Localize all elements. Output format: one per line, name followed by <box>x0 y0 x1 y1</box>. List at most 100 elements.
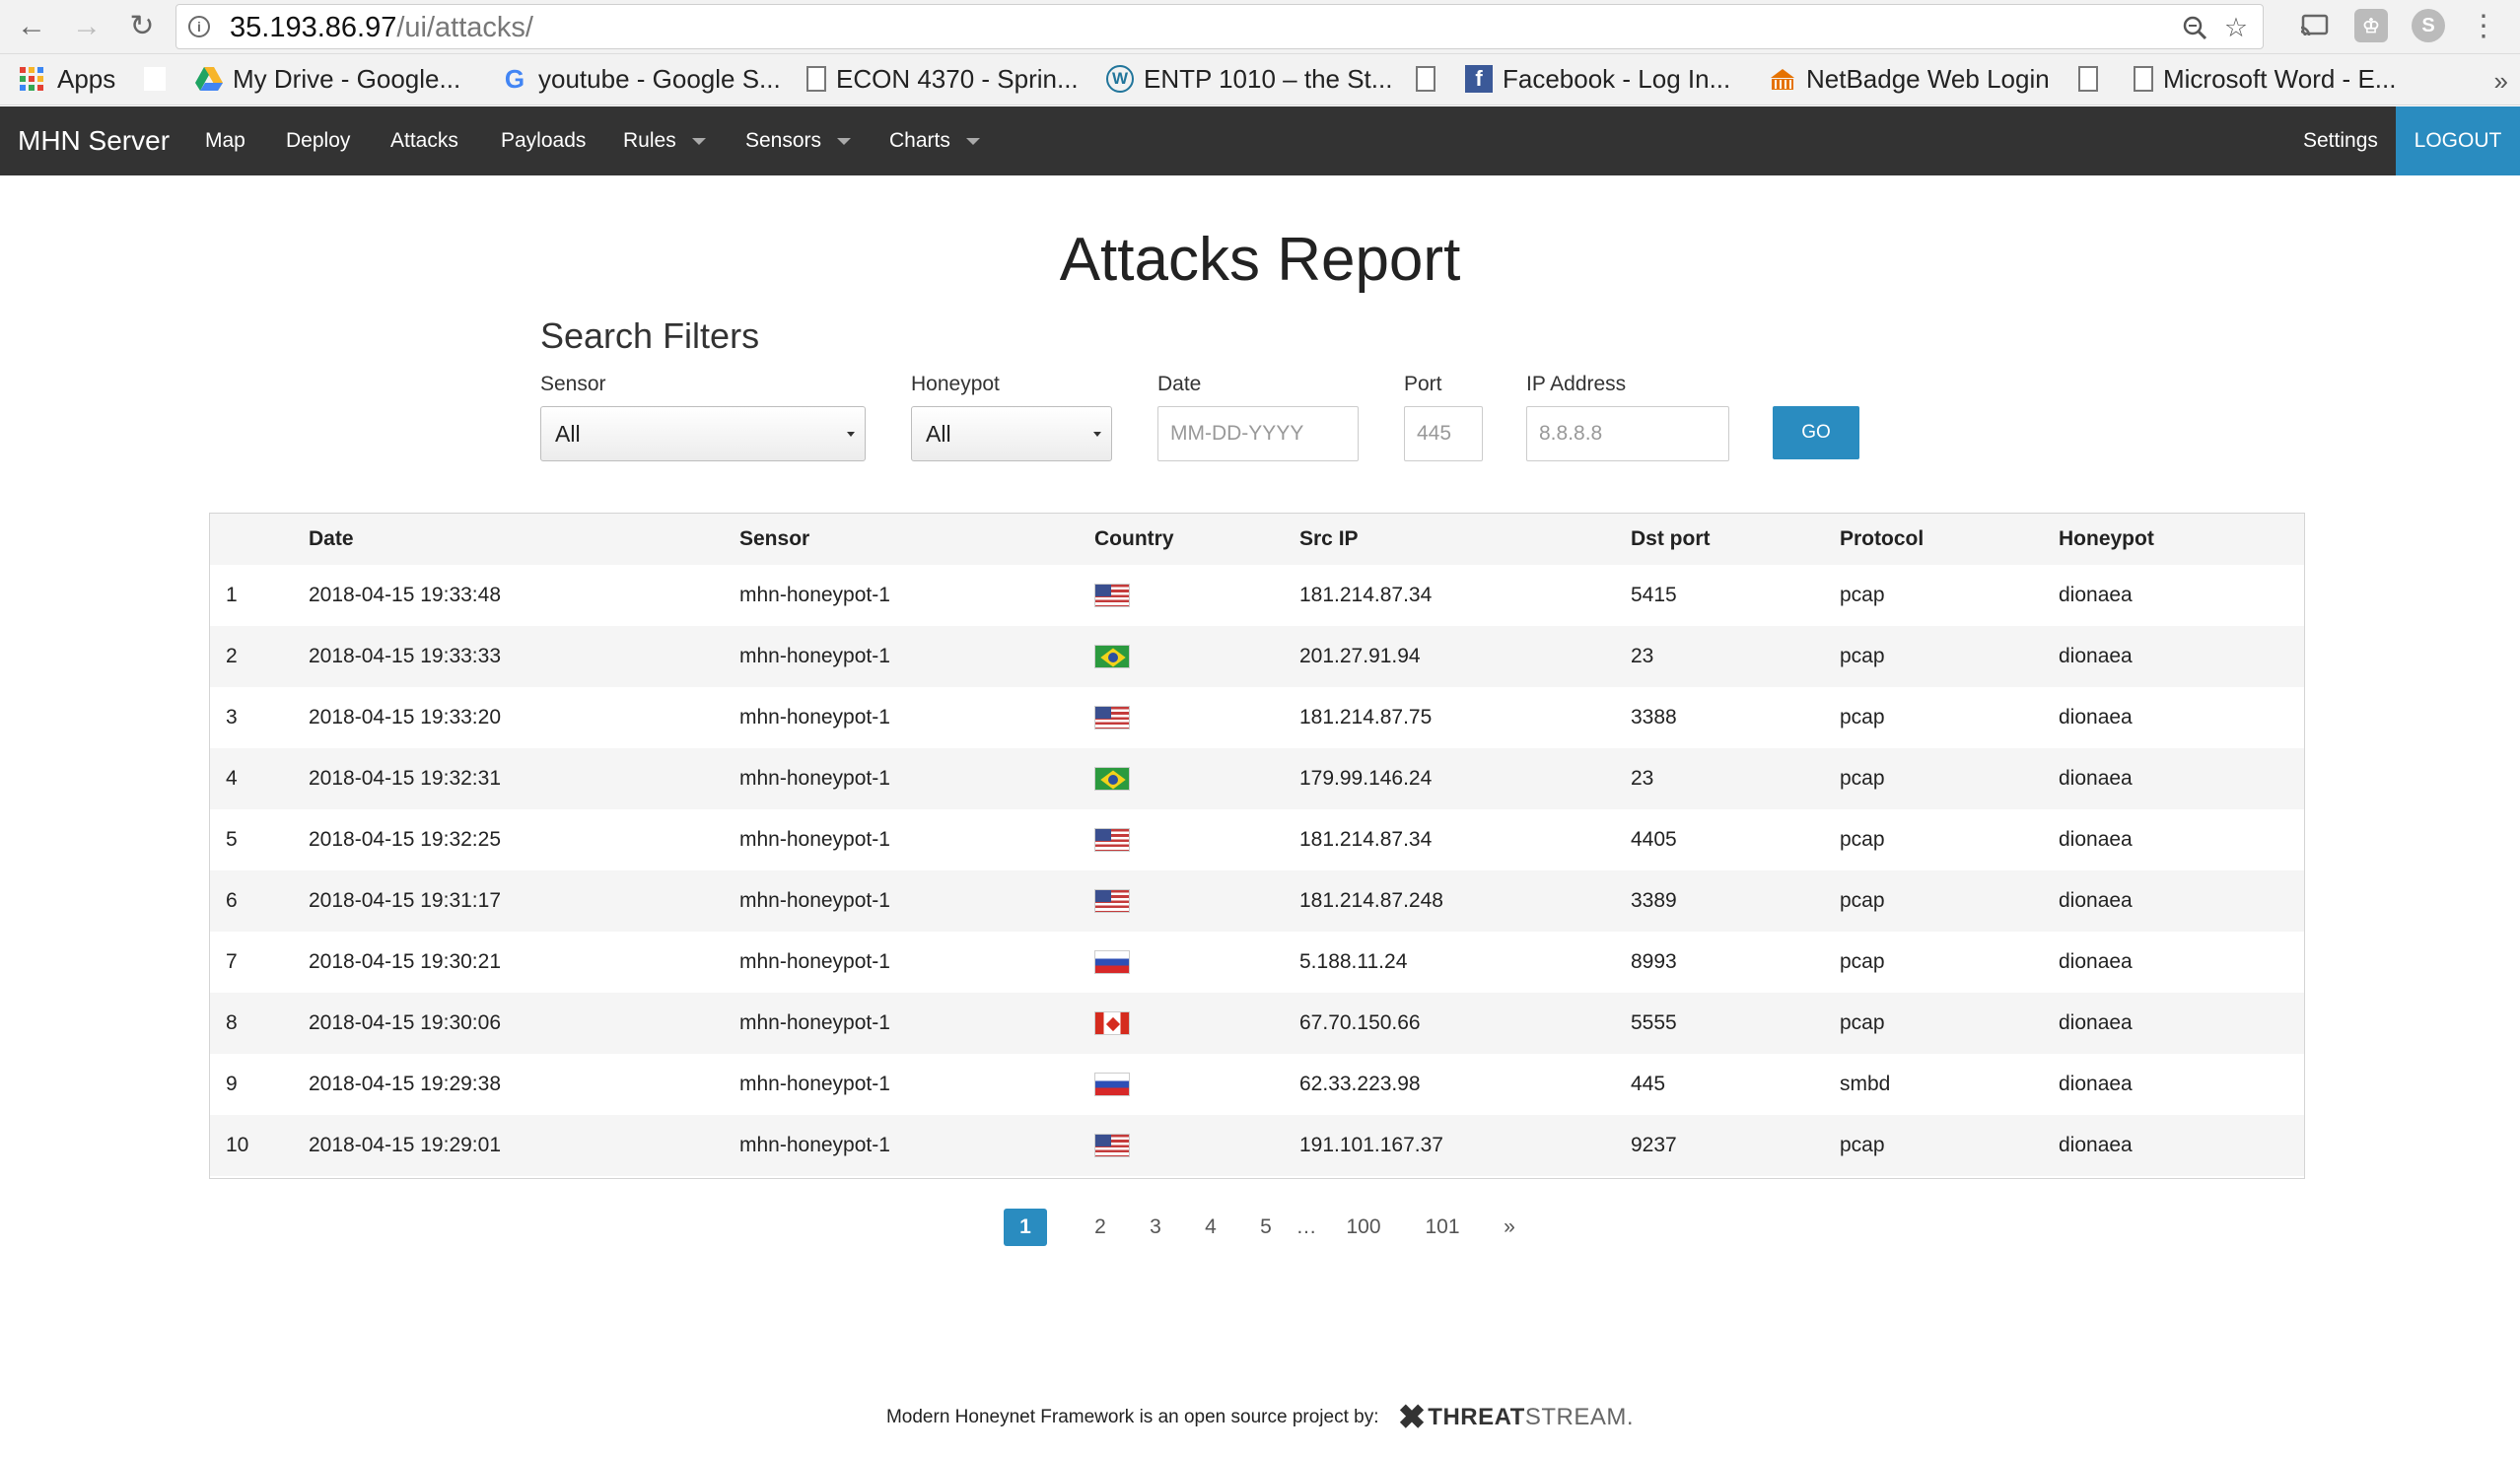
url-text[interactable]: 35.193.86.97/ui/attacks/ <box>230 12 533 44</box>
row-index: 1 <box>226 584 238 606</box>
page-link-101[interactable]: 101 <box>1406 1209 1479 1246</box>
bookmark-facebook[interactable]: f Facebook - Log In... <box>1465 60 1730 98</box>
row-protocol: pcap <box>1840 645 1885 667</box>
nav-sensors[interactable]: Sensors <box>745 106 852 175</box>
bookmark-netbadge[interactable]: NetBadge Web Login <box>1769 60 2050 98</box>
bookmark-blank[interactable] <box>144 60 175 98</box>
flag-ru-icon <box>1094 950 1130 975</box>
page-icon <box>2134 66 2153 92</box>
col-header-index <box>210 514 309 565</box>
logout-button[interactable]: LOGOUT <box>2396 106 2520 175</box>
nav-map[interactable]: Map <box>205 106 245 175</box>
skype-extension-icon[interactable]: S <box>2412 9 2445 42</box>
row-honeypot: dionaea <box>2059 706 2133 728</box>
row-protocol: pcap <box>1840 889 1885 912</box>
row-index: 6 <box>226 889 238 912</box>
row-src-ip: 181.214.87.34 <box>1299 828 1433 851</box>
flag-us-icon <box>1094 889 1130 914</box>
row-honeypot: dionaea <box>2059 584 2133 606</box>
page-link-1[interactable]: 1 <box>1004 1209 1047 1246</box>
nav-rules[interactable]: Rules <box>623 106 706 175</box>
row-date: 2018-04-15 19:30:06 <box>309 1011 501 1034</box>
bookmark-youtube-search[interactable]: G youtube - Google S... <box>501 60 781 98</box>
bookmark-label: youtube - Google S... <box>538 63 781 94</box>
page-link-100[interactable]: 100 <box>1327 1209 1400 1246</box>
top-navbar: MHN Server Map Deploy Attacks Payloads R… <box>0 106 2520 175</box>
address-bar[interactable]: i 35.193.86.97/ui/attacks/ ☆ <box>175 4 2264 49</box>
row-honeypot: dionaea <box>2059 828 2133 851</box>
bookmark-star-icon[interactable]: ☆ <box>2221 13 2251 42</box>
chevron-right-icon[interactable]: » <box>2494 66 2508 97</box>
bookmark-blank-2[interactable] <box>1416 60 1445 98</box>
nav-attacks[interactable]: Attacks <box>390 106 458 175</box>
nav-payloads[interactable]: Payloads <box>501 106 586 175</box>
date-input[interactable] <box>1157 406 1359 461</box>
sensor-select[interactable]: All <box>540 406 866 461</box>
brand-link[interactable]: MHN Server <box>18 106 170 175</box>
bookmark-label: Facebook - Log In... <box>1503 63 1731 94</box>
attacks-table: Date Sensor Country Src IP Dst port Prot… <box>209 513 2305 1179</box>
sensor-label: Sensor <box>540 373 606 395</box>
bookmark-msword[interactable]: Microsoft Word - E... <box>2134 60 2396 98</box>
row-dst-port: 5415 <box>1631 584 1677 606</box>
row-sensor: mhn-honeypot-1 <box>739 1073 890 1095</box>
row-dst-port: 3388 <box>1631 706 1677 728</box>
nav-settings[interactable]: Settings <box>2303 106 2378 175</box>
row-protocol: pcap <box>1840 584 1885 606</box>
go-button[interactable]: GO <box>1773 406 1859 459</box>
site-info-icon[interactable]: i <box>188 16 210 37</box>
col-header-date: Date <box>309 527 354 550</box>
page-link-5[interactable]: 5 <box>1246 1209 1286 1246</box>
row-src-ip: 201.27.91.94 <box>1299 645 1421 667</box>
nav-deploy[interactable]: Deploy <box>286 106 350 175</box>
honeypot-select[interactable]: All <box>911 406 1112 461</box>
row-dst-port: 445 <box>1631 1073 1666 1095</box>
zoom-icon[interactable] <box>2180 13 2209 42</box>
facebook-icon: f <box>1465 65 1493 93</box>
caret-down-icon <box>965 137 980 145</box>
flag-ru-icon <box>1094 1073 1130 1097</box>
bookmark-my-drive[interactable]: My Drive - Google... <box>195 60 460 98</box>
row-honeypot: dionaea <box>2059 645 2133 667</box>
row-sensor: mhn-honeypot-1 <box>739 645 890 667</box>
row-country <box>1094 870 1299 932</box>
col-header-src-ip: Src IP <box>1299 527 1359 550</box>
bookmark-entp[interactable]: W ENTP 1010 – the St... <box>1106 60 1392 98</box>
table-row: 4 2018-04-15 19:32:31 mhn-honeypot-1 179.99… <box>210 748 2304 809</box>
row-sensor: mhn-honeypot-1 <box>739 1011 890 1034</box>
page-link-2[interactable]: 2 <box>1081 1209 1120 1246</box>
row-protocol: pcap <box>1840 828 1885 851</box>
back-arrow-icon[interactable]: ← <box>14 9 49 44</box>
row-honeypot: dionaea <box>2059 1073 2133 1095</box>
logo-threat-text: THREAT <box>1428 1404 1525 1430</box>
row-index: 10 <box>226 1134 249 1156</box>
row-src-ip: 191.101.167.37 <box>1299 1134 1443 1156</box>
page-icon <box>2078 66 2098 92</box>
logo-stream-text: STREAM. <box>1524 1404 1635 1430</box>
menu-dots-icon[interactable]: ⋮ <box>2467 9 2500 42</box>
row-src-ip: 67.70.150.66 <box>1299 1011 1421 1034</box>
col-header-country: Country <box>1094 527 1174 550</box>
ip-address-input[interactable] <box>1526 406 1729 461</box>
bookmark-econ[interactable]: ECON 4370 - Sprin... <box>806 60 1079 98</box>
port-input[interactable] <box>1404 406 1483 461</box>
nav-sensors-label: Sensors <box>745 129 822 152</box>
flag-us-icon <box>1094 828 1130 853</box>
cast-icon[interactable] <box>2297 9 2331 42</box>
bookmarks-bar: Apps My Drive - Google... G youtube - Go… <box>0 54 2520 105</box>
threatstream-logo[interactable]: ✖ THREAT STREAM. <box>1398 1398 1634 1437</box>
nav-charts[interactable]: Charts <box>889 106 980 175</box>
caret-down-icon <box>837 137 852 145</box>
extension-icon[interactable]: ♔ <box>2354 9 2388 42</box>
page-link-3[interactable]: 3 <box>1136 1209 1175 1246</box>
bookmark-label: NetBadge Web Login <box>1806 63 2050 94</box>
row-src-ip: 179.99.146.24 <box>1299 767 1433 790</box>
forward-arrow-icon[interactable]: → <box>69 9 105 44</box>
row-src-ip: 5.188.11.24 <box>1299 950 1408 973</box>
page-link-4[interactable]: 4 <box>1191 1209 1230 1246</box>
table-row: 7 2018-04-15 19:30:21 mhn-honeypot-1 5.188.… <box>210 932 2304 993</box>
bookmark-apps[interactable]: Apps <box>20 60 115 98</box>
reload-icon[interactable]: ↻ <box>124 9 160 44</box>
bookmark-blank-3[interactable] <box>2078 60 2108 98</box>
page-next-icon[interactable]: » <box>1487 1209 1532 1246</box>
